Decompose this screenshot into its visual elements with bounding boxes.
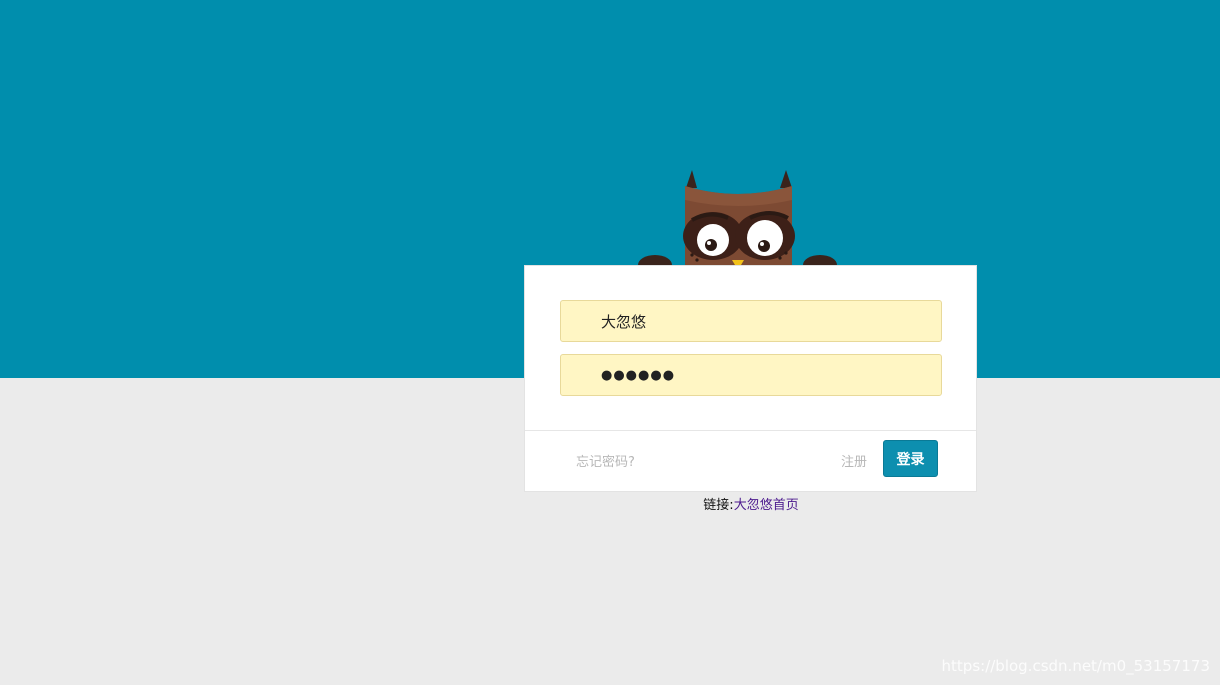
password-input[interactable]: [561, 355, 941, 395]
login-card: 忘记密码? 注册 登录: [524, 265, 977, 492]
owl-icon: [638, 170, 837, 275]
username-input[interactable]: [561, 301, 941, 341]
watermark-text: https://blog.csdn.net/m0_53157173: [941, 657, 1210, 675]
forgot-password-link[interactable]: 忘记密码?: [576, 451, 635, 470]
login-page: 忘记密码? 注册 登录 链接:大忽悠首页 https://blog.csdn.n…: [0, 0, 1220, 685]
username-field-wrapper: [560, 300, 942, 342]
register-link[interactable]: 注册: [841, 451, 867, 470]
password-field-wrapper: [560, 354, 942, 396]
footer-link-prefix: 链接:: [703, 498, 734, 513]
footer-link-line: 链接:大忽悠首页: [0, 494, 1220, 513]
card-divider: [525, 430, 976, 431]
homepage-link[interactable]: 大忽悠首页: [734, 498, 799, 513]
login-button[interactable]: 登录: [883, 440, 938, 477]
